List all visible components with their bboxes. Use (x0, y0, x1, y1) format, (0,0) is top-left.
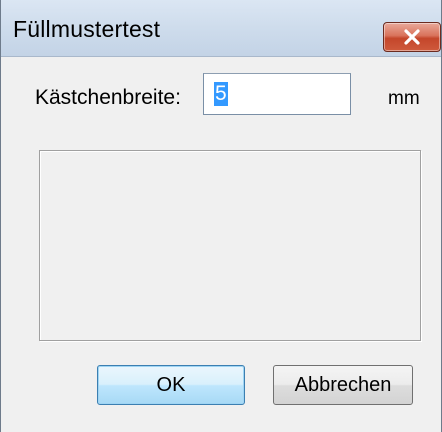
cancel-button[interactable]: Abbrechen (273, 365, 413, 405)
close-button[interactable] (383, 22, 441, 52)
width-value: 5 (214, 82, 228, 106)
ok-button[interactable]: OK (97, 365, 245, 405)
dialog-content: Kästchenbreite: 5 mm OK Abbrechen (1, 57, 441, 432)
width-label: Kästchenbreite: (35, 86, 181, 109)
close-icon (404, 29, 420, 45)
unit-label: mm (388, 88, 420, 109)
pattern-preview (39, 150, 421, 341)
width-input[interactable]: 5 (203, 73, 351, 115)
dialog-window: Füllmustertest Kästchenbreite: 5 mm OK A… (0, 0, 442, 432)
window-title: Füllmustertest (13, 16, 161, 42)
title-bar[interactable]: Füllmustertest (1, 0, 441, 57)
